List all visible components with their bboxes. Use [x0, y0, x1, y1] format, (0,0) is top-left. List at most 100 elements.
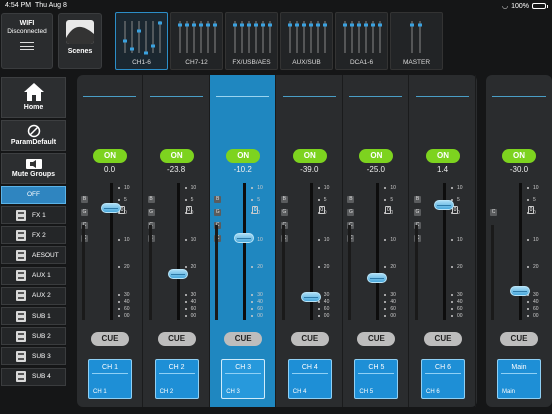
level-meter [148, 225, 152, 320]
channel-name: CH 5 [368, 364, 385, 371]
cue-button[interactable]: CUE [91, 332, 129, 346]
channel-name-button[interactable]: CH 2 CH 2 [154, 359, 199, 399]
bank-tab[interactable]: DCA1-6 [335, 12, 388, 70]
bank-tab[interactable]: CH1-6 [115, 12, 168, 70]
scenes-button[interactable]: Scenes [58, 13, 102, 69]
channel-name-underline [291, 373, 328, 374]
on-button[interactable]: ON [93, 149, 127, 163]
on-button[interactable]: ON [159, 149, 194, 163]
fader-level-readout: 1.4 [436, 165, 449, 174]
scale-dot [184, 199, 187, 201]
off-button[interactable]: OFF [1, 186, 66, 204]
send-item[interactable]: AUX 1 [1, 266, 66, 285]
mute-groups-button[interactable]: Mute Groups [1, 153, 66, 184]
scale-dot [527, 199, 529, 201]
fader-knob[interactable] [167, 269, 188, 280]
cue-button[interactable]: CUE [224, 332, 263, 346]
strip-toggle-button[interactable]: C [490, 209, 497, 216]
strip-toggle-button[interactable]: B [280, 196, 288, 203]
channel-name-button[interactable]: CH 5 CH 5 [354, 359, 399, 399]
strip-top-line [416, 96, 469, 97]
param-default-button[interactable]: ParamDefault [1, 120, 66, 151]
channel-strip[interactable]: ON0.0BGCC10501020304060000CUECH 1CH 1 [77, 75, 143, 407]
cue-button[interactable]: CUE [290, 332, 329, 346]
scale-dot [384, 301, 387, 303]
channel-strip[interactable]: ON-23.8BGCC10501020304060000CUECH 2CH 2 [144, 75, 210, 407]
battery-percent: 100% [511, 2, 529, 10]
strip-toggle-button[interactable]: B [347, 196, 355, 203]
send-item[interactable]: SUB 2 [1, 327, 66, 346]
bank-mini-faders [122, 19, 162, 55]
fader-knob[interactable] [101, 203, 121, 213]
send-item-label: AUX 1 [32, 272, 51, 280]
channel-name-button[interactable]: CH 4 CH 4 [287, 359, 332, 399]
scale-dot [527, 308, 529, 310]
fader-knob[interactable] [300, 292, 321, 303]
channel-strip[interactable]: ON1.4BGCC10501020304060000CUECH 6CH 6 [410, 75, 476, 407]
fader-knob[interactable] [367, 272, 388, 283]
strip-toggle-button[interactable]: G [147, 209, 155, 216]
cue-button[interactable]: CUE [424, 332, 462, 346]
cue-button[interactable]: CUE [357, 332, 396, 346]
on-button[interactable]: ON [426, 149, 460, 163]
menu-icon[interactable] [20, 42, 34, 50]
battery-icon [532, 3, 548, 9]
cue-button[interactable]: CUE [157, 332, 196, 346]
send-item[interactable]: SUB 4 [1, 367, 66, 386]
level-meter [281, 225, 285, 320]
wifi-state: Disconnected [7, 28, 47, 35]
channel-name-button[interactable]: CH 1 CH 1 [88, 359, 132, 399]
send-item[interactable]: FX 2 [1, 226, 66, 245]
scale-dot [317, 187, 320, 189]
strip-toggle-button[interactable]: G [81, 209, 88, 216]
channel-strip[interactable]: ON-25.0BGCC10501020304060000CUECH 5CH 5 [343, 75, 410, 407]
on-button[interactable]: ON [359, 149, 394, 163]
scale-label: 40 [124, 299, 130, 305]
cue-button[interactable]: CUE [500, 332, 538, 346]
channel-sub-name: CH 3 [226, 389, 240, 395]
send-item[interactable]: FX 1 [1, 206, 66, 224]
fader-level-readout: 0.0 [103, 165, 116, 174]
scenes-icon [66, 20, 94, 44]
bank-tab[interactable]: CH7-12 [170, 12, 223, 70]
scale-label: 5 [390, 197, 394, 203]
strip-toggle-button[interactable]: G [414, 209, 421, 216]
channel-name-button[interactable]: CH 6 CH 6 [421, 359, 465, 399]
level-meter [415, 225, 418, 320]
strip-toggle-button[interactable]: B [414, 196, 421, 203]
wifi-status-button[interactable]: WIFI Disconnected [1, 13, 53, 69]
strip-toggle-button[interactable]: G [347, 209, 355, 216]
strip-toggle-button[interactable]: G [280, 209, 288, 216]
bank-tab[interactable]: MASTER [390, 12, 443, 70]
on-button[interactable]: ON [292, 149, 327, 163]
scale-label: 60 [124, 306, 130, 312]
fader-knob[interactable] [234, 232, 255, 243]
scale-label: 00 [533, 313, 539, 319]
strip-toggle-button[interactable]: B [81, 196, 88, 203]
level-meter [215, 225, 219, 320]
scale-dot [527, 315, 529, 317]
scale-dot [451, 301, 453, 303]
channel-name-button[interactable]: CH 3 CH 3 [221, 359, 266, 399]
on-button[interactable]: ON [226, 149, 261, 163]
channel-name-underline [225, 373, 262, 374]
send-item[interactable]: SUB 1 [1, 307, 66, 325]
channel-strip[interactable]: ON-39.0BGCC10501020304060000CUECH 4CH 4 [277, 75, 343, 407]
strip-toggle-button[interactable]: B [214, 196, 222, 203]
strip-toggle-button[interactable]: G [214, 209, 222, 216]
bank-tab[interactable]: FX/USB/AES [225, 12, 278, 70]
strip-toggle-button[interactable]: B [147, 196, 155, 203]
send-item[interactable]: SUB 3 [1, 347, 66, 366]
scale-label: 40 [457, 299, 463, 305]
fader-knob[interactable] [510, 286, 530, 296]
fader-knob[interactable] [434, 200, 454, 211]
send-item[interactable]: AUX 2 [1, 286, 66, 305]
bank-tab[interactable]: AUX/SUB [280, 12, 333, 70]
channel-name-button[interactable]: Main Main [497, 359, 541, 399]
home-button[interactable]: Home [1, 77, 66, 118]
on-button[interactable]: ON [502, 149, 536, 163]
send-item[interactable]: AESOUT [1, 246, 66, 265]
scale-dot [251, 315, 254, 317]
channel-strip[interactable]: ON-10.2BGCC10501020304060000CUECH 3CH 3 [210, 75, 277, 407]
mixer-app: 4:54 PM Thu Aug 8 ◡ 100% WIFI Disconnect… [0, 0, 552, 414]
